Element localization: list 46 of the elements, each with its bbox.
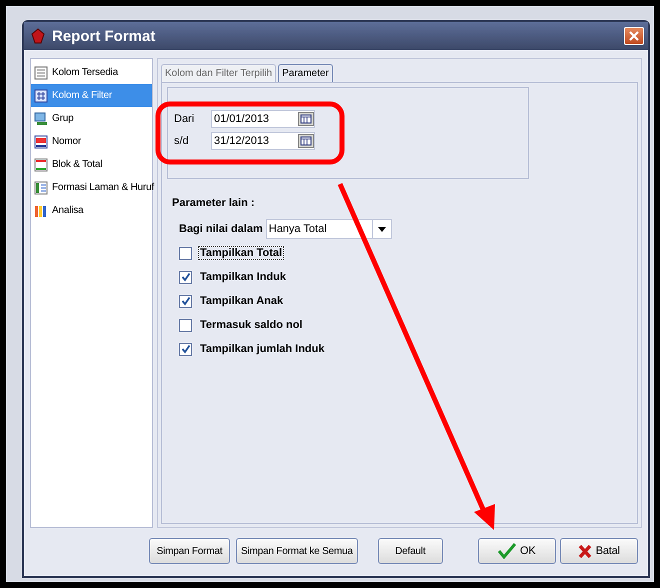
button[interactable]: Default <box>378 538 443 564</box>
field-label: s/d <box>174 135 190 147</box>
caret-icon <box>378 226 386 232</box>
date-field[interactable]: 01/01/2013 <box>211 110 315 128</box>
field-label: Dari <box>174 113 196 125</box>
sidebar-item[interactable]: Kolom Tersedia <box>31 61 152 84</box>
calendar-icon[interactable] <box>298 112 314 126</box>
checkbox-label[interactable]: Termasuk saldo nol <box>198 318 304 332</box>
window-title: Report Format <box>52 28 156 44</box>
checkbox[interactable] <box>179 294 192 308</box>
sidebar-item[interactable]: Formasi Laman & Huruf <box>31 176 152 199</box>
cross-icon <box>578 544 592 558</box>
sidebar-item[interactable]: Grup <box>31 107 152 130</box>
close-button[interactable] <box>624 27 644 45</box>
button[interactable]: Simpan Format <box>149 538 230 564</box>
checkbox-label[interactable]: Tampilkan Induk <box>198 270 288 284</box>
tab[interactable]: Kolom dan Filter Terpilih <box>161 64 276 82</box>
sidebar-icon <box>34 180 48 194</box>
checkbox-label[interactable]: Tampilkan jumlah Induk <box>198 342 326 356</box>
ok-button[interactable]: OK <box>478 538 556 564</box>
button[interactable]: Simpan Format ke Semua <box>236 538 358 564</box>
checkbox-label[interactable]: Tampilkan Anak <box>198 294 286 308</box>
app-icon <box>30 28 46 44</box>
sidebar-icon <box>34 204 48 218</box>
checkbox[interactable] <box>179 318 192 332</box>
sidebar-item[interactable]: Analisa <box>31 199 152 222</box>
sidebar-icon <box>34 66 48 80</box>
checkbox[interactable] <box>179 342 192 356</box>
sidebar-icon <box>34 158 48 172</box>
sidebar-icon <box>34 112 48 126</box>
section-heading: Parameter lain : <box>172 197 256 211</box>
dropdown[interactable]: Hanya Total <box>266 219 392 239</box>
close-icon <box>629 31 639 41</box>
sidebar-item[interactable]: Nomor <box>31 130 152 153</box>
checkbox-label[interactable]: Tampilkan Total <box>198 246 284 260</box>
checkmark-icon <box>498 543 516 559</box>
date-field[interactable]: 31/12/2013 <box>211 132 315 150</box>
cancel-button[interactable]: Batal <box>560 538 638 564</box>
sidebar-icon <box>34 134 48 148</box>
sidebar-item[interactable]: Blok & Total <box>31 153 152 176</box>
checkbox[interactable] <box>179 270 192 284</box>
sidebar-icon <box>34 88 48 102</box>
tab[interactable]: Parameter <box>278 64 333 82</box>
checkbox[interactable] <box>179 246 192 260</box>
dropdown-label: Bagi nilai dalam <box>179 223 263 235</box>
calendar-icon[interactable] <box>298 134 314 148</box>
